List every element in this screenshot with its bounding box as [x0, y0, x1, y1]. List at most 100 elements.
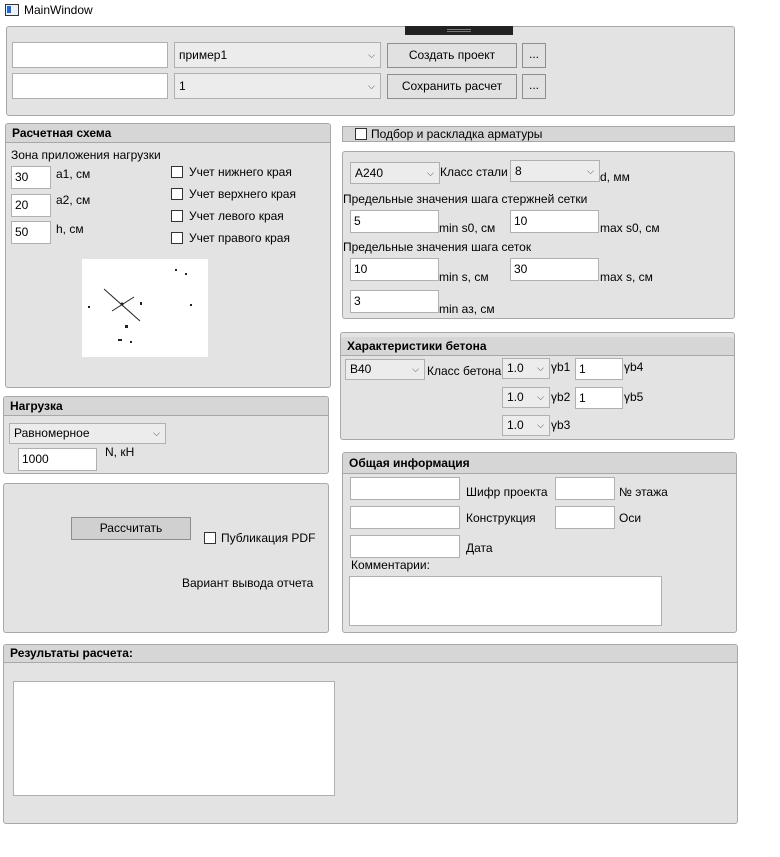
scheme-sketch — [88, 269, 192, 343]
save-name-input[interactable] — [12, 73, 168, 99]
chevron-down-icon: ⌵ — [153, 428, 160, 438]
min-s-label: min s, см — [439, 270, 489, 284]
app-icon — [5, 4, 19, 16]
chevron-down-icon: ⌵ — [427, 168, 434, 178]
cipher-input[interactable] — [350, 477, 460, 500]
d-label: d, мм — [600, 170, 630, 184]
yb1-value: 1.0 — [507, 361, 524, 375]
chevron-down-icon: ⌵ — [537, 420, 544, 430]
min-a-input[interactable]: 3 — [350, 290, 439, 313]
min-s-input[interactable]: 10 — [350, 258, 439, 281]
rebar-checkbox[interactable] — [355, 128, 367, 140]
concrete-header: Характеристики бетона — [341, 337, 734, 356]
resize-grip[interactable] — [405, 26, 513, 35]
rebar-label: Подбор и раскладка арматуры — [371, 127, 543, 141]
scheme-header: Расчетная схема — [6, 124, 330, 143]
calculate-button[interactable]: Рассчитать — [71, 517, 191, 540]
browse-button-1[interactable]: ... — [522, 43, 546, 68]
chevron-down-icon: ⌵ — [537, 363, 544, 373]
number-select-value: 1 — [179, 79, 186, 93]
number-select[interactable]: 1 ⌵ — [174, 73, 381, 99]
h-input[interactable]: 50 — [11, 221, 51, 244]
bottom-edge-checkbox[interactable] — [171, 166, 183, 178]
zone-label: Зона приложения нагрузки — [11, 148, 161, 162]
comments-label: Комментарии: — [351, 558, 430, 572]
project-name-input[interactable] — [12, 42, 168, 68]
yb2-select[interactable]: 1.0 ⌵ — [502, 387, 550, 408]
load-header: Нагрузка — [4, 397, 328, 416]
axes-label: Оси — [619, 511, 642, 525]
steel-value: А240 — [355, 166, 384, 180]
yb3-select[interactable]: 1.0 ⌵ — [502, 415, 550, 436]
n-input[interactable]: 1000 — [18, 448, 97, 471]
right-edge-checkbox[interactable] — [171, 232, 183, 244]
yb5-input[interactable]: 1 — [575, 387, 623, 409]
yb1-select[interactable]: 1.0 ⌵ — [502, 358, 550, 379]
report-variant-label: Вариант вывода отчета — [182, 576, 314, 590]
a2-input[interactable]: 20 — [11, 194, 51, 217]
browse-button-2[interactable]: ... — [522, 74, 546, 99]
axes-input[interactable] — [555, 506, 615, 529]
a1-input[interactable]: 30 — [11, 166, 51, 189]
chevron-down-icon: ⌵ — [368, 81, 375, 91]
min-s0-label: min s0, см — [439, 221, 496, 235]
comments-textarea[interactable] — [349, 576, 662, 626]
create-project-button[interactable]: Создать проект — [387, 43, 517, 68]
top-edge-checkbox[interactable] — [171, 188, 183, 200]
load-type-select[interactable]: Равномерное ⌵ — [9, 423, 166, 444]
info-panel: Общая информация Шифр проекта № этажа Ко… — [342, 452, 737, 633]
yb3-label: γb3 — [551, 418, 571, 432]
bottom-edge-label: Учет нижнего края — [189, 165, 292, 179]
chevron-down-icon: ⌵ — [412, 364, 419, 374]
max-s-input[interactable]: 30 — [510, 258, 599, 281]
yb3-value: 1.0 — [507, 418, 524, 432]
min-a-label: min аз, см — [439, 302, 495, 316]
concrete-class-label: Класс бетона — [427, 364, 502, 378]
max-s-label: max s, см — [600, 270, 653, 284]
construction-input[interactable] — [350, 506, 460, 529]
top-edge-label: Учет верхнего края — [189, 187, 296, 201]
concrete-class-value: B40 — [350, 362, 372, 376]
yb4-input[interactable]: 1 — [575, 358, 623, 380]
pdf-label: Публикация PDF — [221, 531, 316, 545]
construction-label: Конструкция — [466, 511, 536, 525]
left-edge-checkbox[interactable] — [171, 210, 183, 222]
date-label: Дата — [466, 541, 493, 555]
chevron-down-icon: ⌵ — [368, 50, 375, 60]
yb4-label: γb4 — [624, 360, 644, 374]
scheme-image — [82, 259, 208, 357]
floor-input[interactable] — [555, 477, 615, 500]
results-textarea[interactable] — [13, 681, 335, 796]
cipher-label: Шифр проекта — [466, 485, 548, 499]
date-input[interactable] — [350, 535, 460, 558]
chevron-down-icon: ⌵ — [537, 392, 544, 402]
rebar-header-bar: Подбор и раскладка арматуры — [342, 126, 735, 142]
rod-limits-label: Предельные значения шага стержней сетки — [343, 192, 588, 206]
steel-class-label: Класс стали — [440, 165, 508, 179]
min-s0-input[interactable]: 5 — [350, 210, 439, 233]
yb2-label: γb2 — [551, 390, 571, 404]
pdf-checkbox[interactable] — [204, 532, 216, 544]
load-type-value: Равномерное — [14, 426, 90, 440]
load-panel: Нагрузка Равномерное ⌵ 1000 N, кН — [3, 396, 329, 474]
yb1-label: γb1 — [551, 360, 571, 374]
chevron-down-icon: ⌵ — [587, 166, 594, 176]
yb2-value: 1.0 — [507, 390, 524, 404]
rebar-panel: А240 ⌵ Класс стали 8 ⌵ d, мм Предельные … — [342, 151, 735, 319]
max-s0-label: max s0, см — [600, 221, 660, 235]
a1-label: a1, см — [56, 167, 91, 181]
diameter-value: 8 — [515, 164, 522, 178]
max-s0-input[interactable]: 10 — [510, 210, 599, 233]
results-header: Результаты расчета: — [4, 645, 737, 663]
n-label: N, кН — [105, 445, 135, 459]
a2-label: a2, см — [56, 193, 91, 207]
diameter-select[interactable]: 8 ⌵ — [510, 160, 600, 182]
right-edge-label: Учет правого края — [189, 231, 290, 245]
example-select[interactable]: пример1 ⌵ — [174, 42, 381, 68]
save-calculation-button[interactable]: Сохранить расчет — [387, 74, 517, 99]
steel-select[interactable]: А240 ⌵ — [350, 162, 440, 184]
window-title: MainWindow — [24, 3, 93, 17]
concrete-class-select[interactable]: B40 ⌵ — [345, 359, 425, 380]
info-header: Общая информация — [343, 453, 736, 474]
concrete-panel: Характеристики бетона B40 ⌵ Класс бетона… — [340, 332, 735, 440]
